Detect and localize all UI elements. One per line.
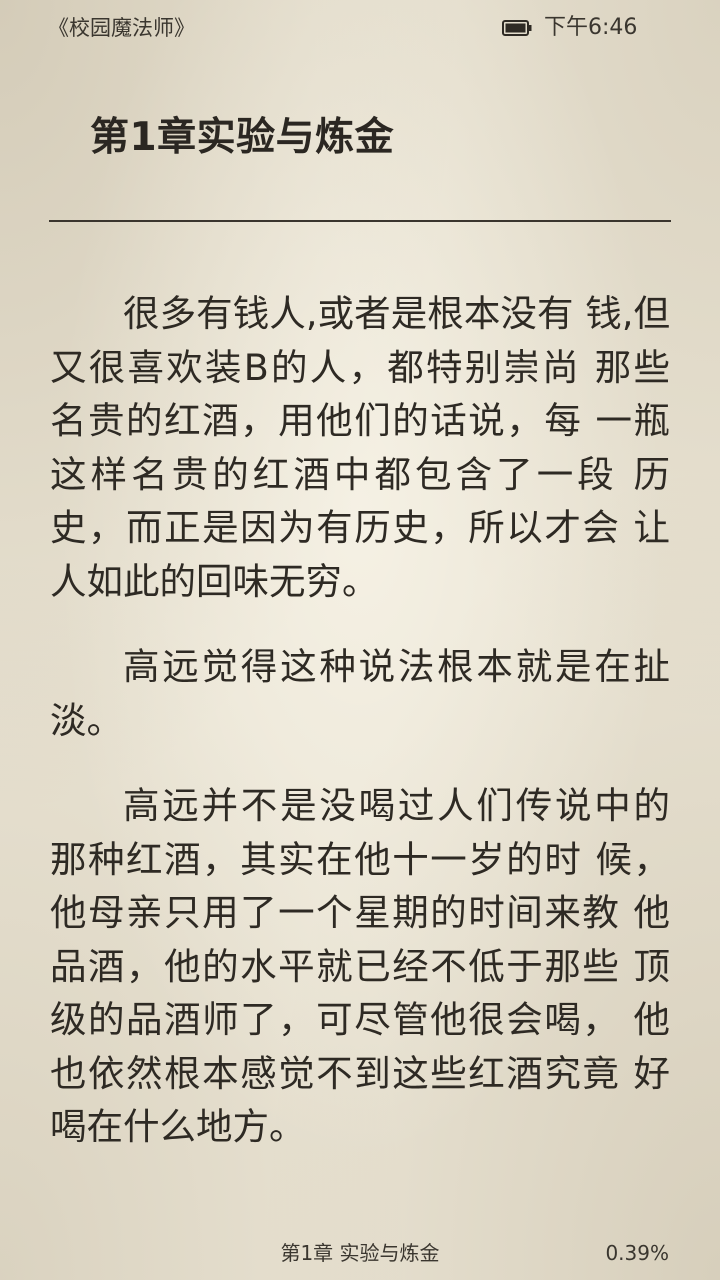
paragraph: 很多有钱人,或者是根本没有 钱,但又很喜欢装B的人，都特别崇尚 那些名贵的红酒，… [50, 292, 670, 603]
status-time: 下午6:46 [544, 15, 638, 40]
reading-content[interactable]: 很多有钱人,或者是根本没有 钱,但又很喜欢装B的人，都特别崇尚 那些名贵的红酒，… [50, 287, 670, 1186]
title-divider [49, 220, 671, 222]
paragraph: 高远觉得这种说法根本就是在扯淡。 [50, 645, 670, 742]
book-title: 《校园魔法师》 [48, 16, 195, 40]
chapter-title: 第1章实验与炼金 [90, 115, 395, 160]
paragraph: 高远并不是没喝过人们传说中的那种红酒，其实在他十一岁的时 候，他母亲只用了一个星… [50, 784, 670, 1148]
status-bar: 《校园魔法师》 下午6:46 [0, 0, 720, 56]
reading-progress: 0.39% [605, 1241, 669, 1265]
battery-icon [502, 20, 532, 36]
